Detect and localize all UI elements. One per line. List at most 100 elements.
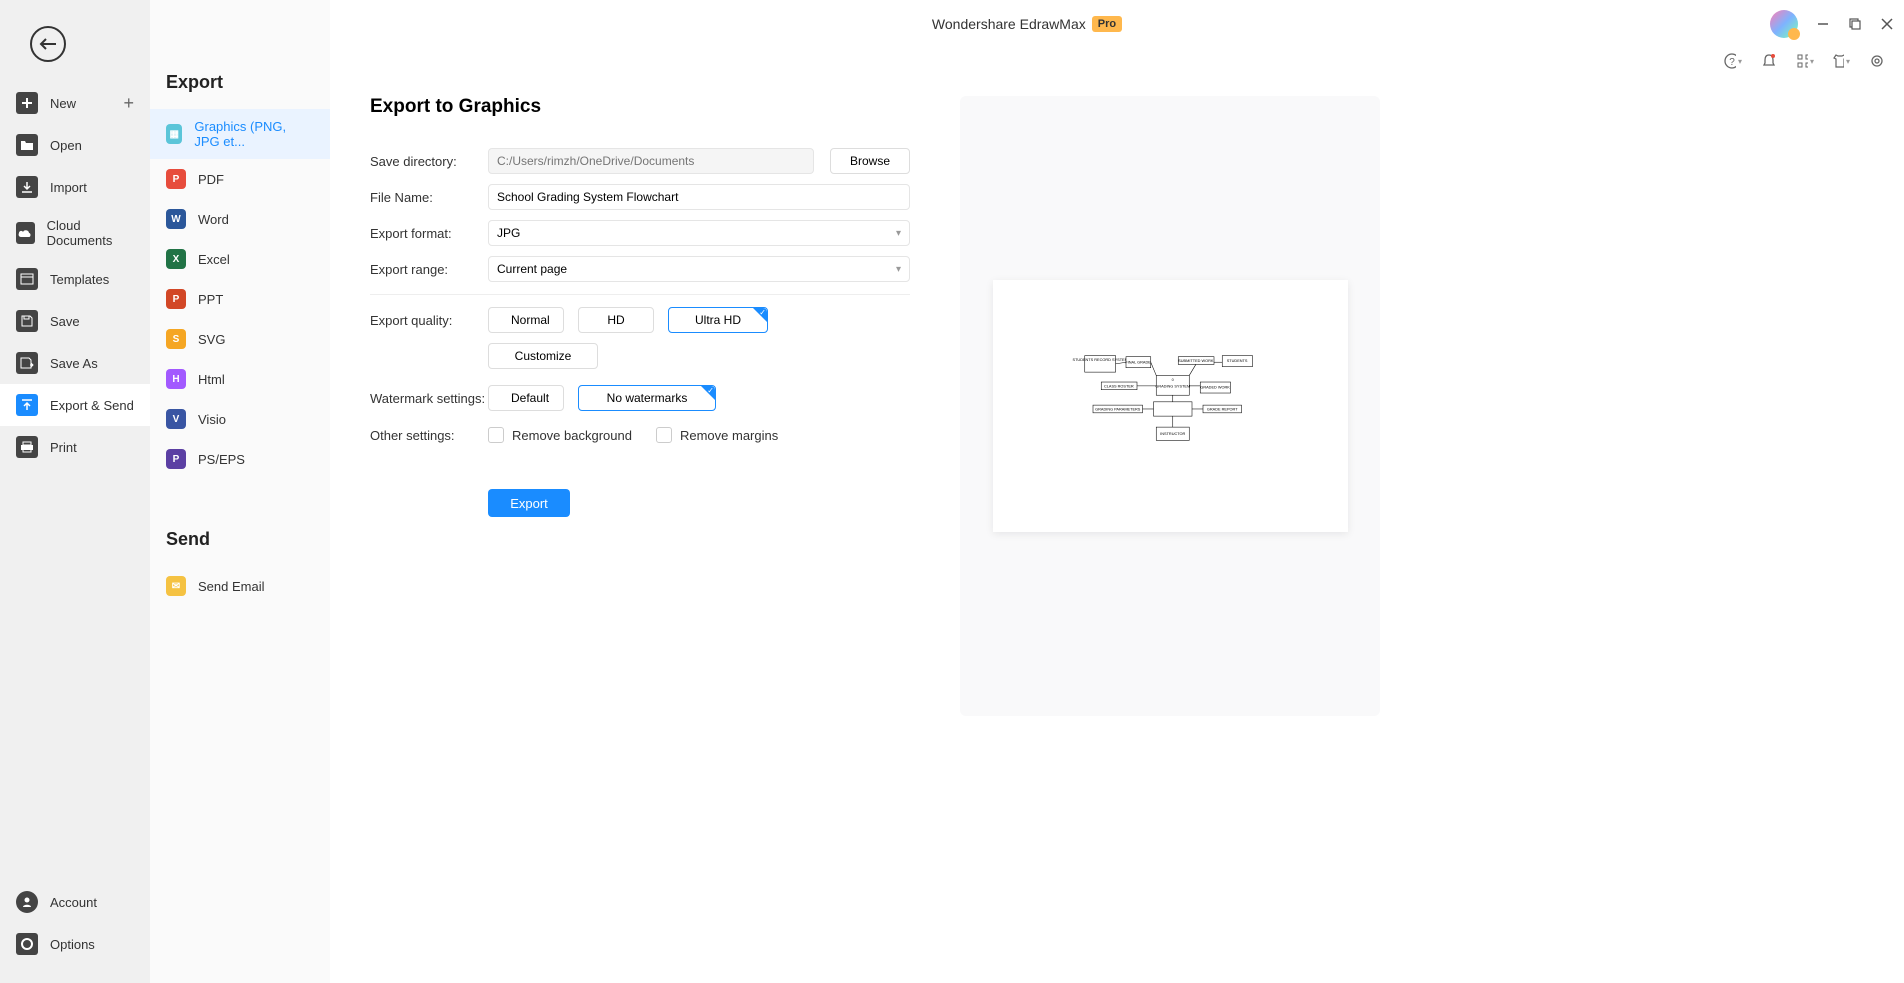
watermark-default[interactable]: Default xyxy=(488,385,564,411)
format-ps[interactable]: P PS/EPS xyxy=(150,439,330,479)
label-watermark: Watermark settings: xyxy=(370,391,488,406)
back-button[interactable] xyxy=(30,26,66,62)
svg-text:STUDENTS RECORD SYSTEM: STUDENTS RECORD SYSTEM xyxy=(1072,358,1127,362)
browse-button[interactable]: Browse xyxy=(830,148,910,174)
svg-text:STUDENTS: STUDENTS xyxy=(1227,359,1248,363)
image-icon: ▦ xyxy=(166,124,182,144)
nav-label: Save xyxy=(50,314,80,329)
nav-label: Export & Send xyxy=(50,398,134,413)
plus-square-icon xyxy=(16,92,38,114)
send-section-title: Send xyxy=(150,519,330,566)
watermark-none[interactable]: No watermarks xyxy=(578,385,716,411)
export-icon xyxy=(16,394,38,416)
expand-icon: + xyxy=(123,93,134,114)
quality-customize[interactable]: Customize xyxy=(488,343,598,369)
form-title: Export to Graphics xyxy=(370,96,910,118)
nav-save[interactable]: Save xyxy=(0,300,150,342)
format-word[interactable]: W Word xyxy=(150,199,330,239)
format-label: Send Email xyxy=(198,579,264,594)
nav-open[interactable]: Open xyxy=(0,124,150,166)
preview-diagram: STUDENTS RECORD SYSTEM FINAL GRADE SUBMI… xyxy=(1082,350,1258,463)
nav-export-send[interactable]: Export & Send xyxy=(0,384,150,426)
cloud-icon xyxy=(16,222,35,244)
check-icon xyxy=(701,386,715,400)
format-select[interactable]: JPG xyxy=(488,220,910,246)
format-label: Excel xyxy=(198,252,230,267)
label-quality: Export quality: xyxy=(370,313,488,328)
preview-panel: STUDENTS RECORD SYSTEM FINAL GRADE SUBMI… xyxy=(960,96,1380,716)
format-label: PS/EPS xyxy=(198,452,245,467)
format-html[interactable]: H Html xyxy=(150,359,330,399)
nav-label: Options xyxy=(50,937,95,952)
cb-remove-bg[interactable]: Remove background xyxy=(488,427,632,443)
gear-icon xyxy=(16,933,38,955)
svg-text:GRADED WORK: GRADED WORK xyxy=(1200,385,1230,389)
format-ppt[interactable]: P PPT xyxy=(150,279,330,319)
svg-text:0: 0 xyxy=(1172,377,1174,381)
nav-label: Print xyxy=(50,440,77,455)
check-icon xyxy=(753,308,767,322)
word-icon: W xyxy=(166,209,186,229)
nav-new[interactable]: New + xyxy=(0,82,150,124)
excel-icon: X xyxy=(166,249,186,269)
html-icon: H xyxy=(166,369,186,389)
label-filename: File Name: xyxy=(370,190,488,205)
format-visio[interactable]: V Visio xyxy=(150,399,330,439)
main-content: Export to Graphics Save directory: Brows… xyxy=(330,0,1904,983)
range-select[interactable]: Current page xyxy=(488,256,910,282)
svg-icon: S xyxy=(166,329,186,349)
visio-icon: V xyxy=(166,409,186,429)
sidebar-primary: New + Open Import Cloud Documents Templa… xyxy=(0,0,150,983)
nav-label: Import xyxy=(50,180,87,195)
export-button[interactable]: Export xyxy=(488,489,570,517)
nav-cloud[interactable]: Cloud Documents xyxy=(0,208,150,258)
cb-remove-margins[interactable]: Remove margins xyxy=(656,427,778,443)
nav-label: New xyxy=(50,96,76,111)
print-icon xyxy=(16,436,38,458)
quality-hd[interactable]: HD xyxy=(578,307,654,333)
checkbox-icon xyxy=(656,427,672,443)
nav-label: Account xyxy=(50,895,97,910)
sidebar-secondary: Export ▦ Graphics (PNG, JPG et... P PDF … xyxy=(150,0,330,983)
checkbox-icon xyxy=(488,427,504,443)
nav-label: Cloud Documents xyxy=(47,218,134,248)
label-range: Export range: xyxy=(370,262,488,277)
nav-options[interactable]: Options xyxy=(0,923,150,965)
user-icon xyxy=(16,891,38,913)
format-excel[interactable]: X Excel xyxy=(150,239,330,279)
folder-icon xyxy=(16,134,38,156)
format-label: Visio xyxy=(198,412,226,427)
quality-ultra[interactable]: Ultra HD xyxy=(668,307,768,333)
nav-account[interactable]: Account xyxy=(0,881,150,923)
nav-label: Save As xyxy=(50,356,98,371)
format-label: SVG xyxy=(198,332,225,347)
format-svg[interactable]: S SVG xyxy=(150,319,330,359)
format-label: Word xyxy=(198,212,229,227)
nav-saveas[interactable]: Save As xyxy=(0,342,150,384)
save-icon xyxy=(16,310,38,332)
send-email[interactable]: ✉ Send Email xyxy=(150,566,330,606)
import-icon xyxy=(16,176,38,198)
email-icon: ✉ xyxy=(166,576,186,596)
ps-icon: P xyxy=(166,449,186,469)
filename-input[interactable] xyxy=(488,184,910,210)
svg-text:FINAL GRADE: FINAL GRADE xyxy=(1125,360,1151,364)
svg-text:SUBMITTED WORK: SUBMITTED WORK xyxy=(1178,359,1214,363)
format-graphics[interactable]: ▦ Graphics (PNG, JPG et... xyxy=(150,109,330,159)
svg-text:GRADING SYSTEM: GRADING SYSTEM xyxy=(1155,384,1190,388)
templates-icon xyxy=(16,268,38,290)
label-other: Other settings: xyxy=(370,428,488,443)
nav-import[interactable]: Import xyxy=(0,166,150,208)
saveas-icon xyxy=(16,352,38,374)
format-pdf[interactable]: P PDF xyxy=(150,159,330,199)
label-format: Export format: xyxy=(370,226,488,241)
quality-normal[interactable]: Normal xyxy=(488,307,564,333)
format-label: PDF xyxy=(198,172,224,187)
nav-templates[interactable]: Templates xyxy=(0,258,150,300)
export-section-title: Export xyxy=(150,62,330,109)
svg-text:INSTRUCTOR: INSTRUCTOR xyxy=(1160,431,1185,435)
preview-page: STUDENTS RECORD SYSTEM FINAL GRADE SUBMI… xyxy=(993,280,1348,532)
save-dir-input[interactable] xyxy=(488,148,814,174)
format-label: Graphics (PNG, JPG et... xyxy=(194,119,314,149)
nav-print[interactable]: Print xyxy=(0,426,150,468)
